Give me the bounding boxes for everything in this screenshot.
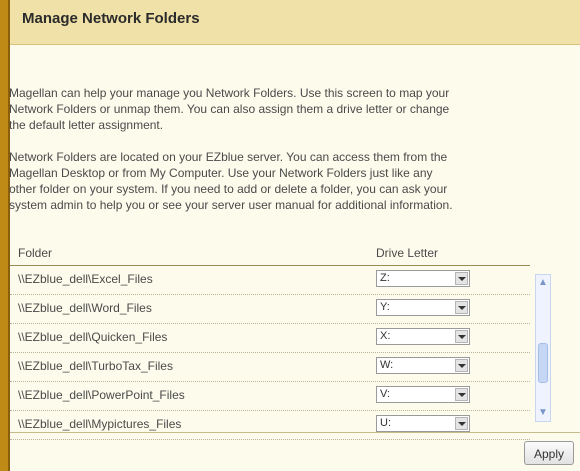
drive-letter-select[interactable]: U: bbox=[376, 415, 470, 432]
table-header: Folder Drive Letter bbox=[10, 230, 550, 266]
page-title: Manage Network Folders bbox=[22, 10, 200, 27]
table-row: \\EZblue_dell\Word_Files Y: bbox=[10, 295, 530, 324]
folder-path: \\EZblue_dell\TurboTax_Files bbox=[18, 359, 173, 373]
drive-letter-select[interactable]: X: bbox=[376, 328, 470, 345]
column-header-drive-letter: Drive Letter bbox=[376, 246, 439, 260]
dropdown-arrow-icon[interactable] bbox=[455, 417, 468, 430]
intro-paragraph: Magellan can help your manage you Networ… bbox=[9, 85, 571, 133]
left-frame-border bbox=[0, 0, 10, 471]
folder-path: \\EZblue_dell\Mypictures_Files bbox=[18, 417, 182, 431]
info-line: other folder on your system. If you need… bbox=[9, 182, 448, 196]
footer-divider bbox=[10, 432, 580, 433]
apply-button[interactable]: Apply bbox=[524, 441, 574, 465]
folder-path: \\EZblue_dell\PowerPoint_Files bbox=[18, 388, 185, 402]
table-row: \\EZblue_dell\Mypictures_Files U: bbox=[10, 411, 530, 440]
column-header-folder: Folder bbox=[18, 246, 53, 260]
intro-line: Magellan can help your manage you Networ… bbox=[9, 86, 450, 100]
folder-path: \\EZblue_dell\Quicken_Files bbox=[18, 330, 168, 344]
table-scrollbar[interactable]: ▲ ▼ bbox=[535, 274, 551, 422]
info-paragraph: Network Folders are located on your EZbl… bbox=[9, 149, 571, 213]
intro-line: the default letter assignment. bbox=[9, 118, 164, 132]
dropdown-arrow-icon[interactable] bbox=[455, 359, 468, 372]
table-row: \\EZblue_dell\Quicken_Files X: bbox=[10, 324, 530, 353]
drive-letter-value: V: bbox=[380, 388, 390, 400]
page-header: Manage Network Folders bbox=[10, 0, 580, 45]
network-folders-table: Folder Drive Letter \\EZblue_dell\Excel_… bbox=[10, 230, 551, 440]
dropdown-arrow-icon[interactable] bbox=[455, 388, 468, 401]
chevron-up-icon[interactable]: ▲ bbox=[536, 275, 550, 291]
scrollbar-thumb[interactable] bbox=[538, 343, 548, 383]
table-row: \\EZblue_dell\TurboTax_Files W: bbox=[10, 353, 530, 382]
drive-letter-value: W: bbox=[380, 359, 394, 371]
drive-letter-value: X: bbox=[380, 330, 391, 342]
drive-letter-value: Y: bbox=[380, 301, 390, 313]
info-line: Network Folders are located on your EZbl… bbox=[9, 150, 448, 164]
drive-letter-value: Z: bbox=[380, 272, 390, 284]
dropdown-arrow-icon[interactable] bbox=[455, 301, 468, 314]
drive-letter-select[interactable]: V: bbox=[376, 386, 470, 403]
info-line: Magellan Desktop or from My Computer. Us… bbox=[9, 166, 433, 180]
drive-letter-value: U: bbox=[380, 417, 391, 429]
dropdown-arrow-icon[interactable] bbox=[455, 330, 468, 343]
intro-line: Network Folders or unmap them. You can a… bbox=[9, 102, 450, 116]
drive-letter-select[interactable]: W: bbox=[376, 357, 470, 374]
dropdown-arrow-icon[interactable] bbox=[455, 272, 468, 285]
folder-path: \\EZblue_dell\Word_Files bbox=[18, 301, 152, 315]
drive-letter-select[interactable]: Z: bbox=[376, 270, 470, 287]
table-row: \\EZblue_dell\Excel_Files Z: bbox=[10, 266, 530, 295]
chevron-down-icon[interactable]: ▼ bbox=[536, 405, 550, 421]
info-line: system admin to help you or see your ser… bbox=[9, 198, 453, 212]
table-row: \\EZblue_dell\PowerPoint_Files V: bbox=[10, 382, 530, 411]
folder-path: \\EZblue_dell\Excel_Files bbox=[18, 272, 153, 286]
drive-letter-select[interactable]: Y: bbox=[376, 299, 470, 316]
table-body: \\EZblue_dell\Excel_Files Z: \\EZblue_de… bbox=[10, 266, 530, 440]
